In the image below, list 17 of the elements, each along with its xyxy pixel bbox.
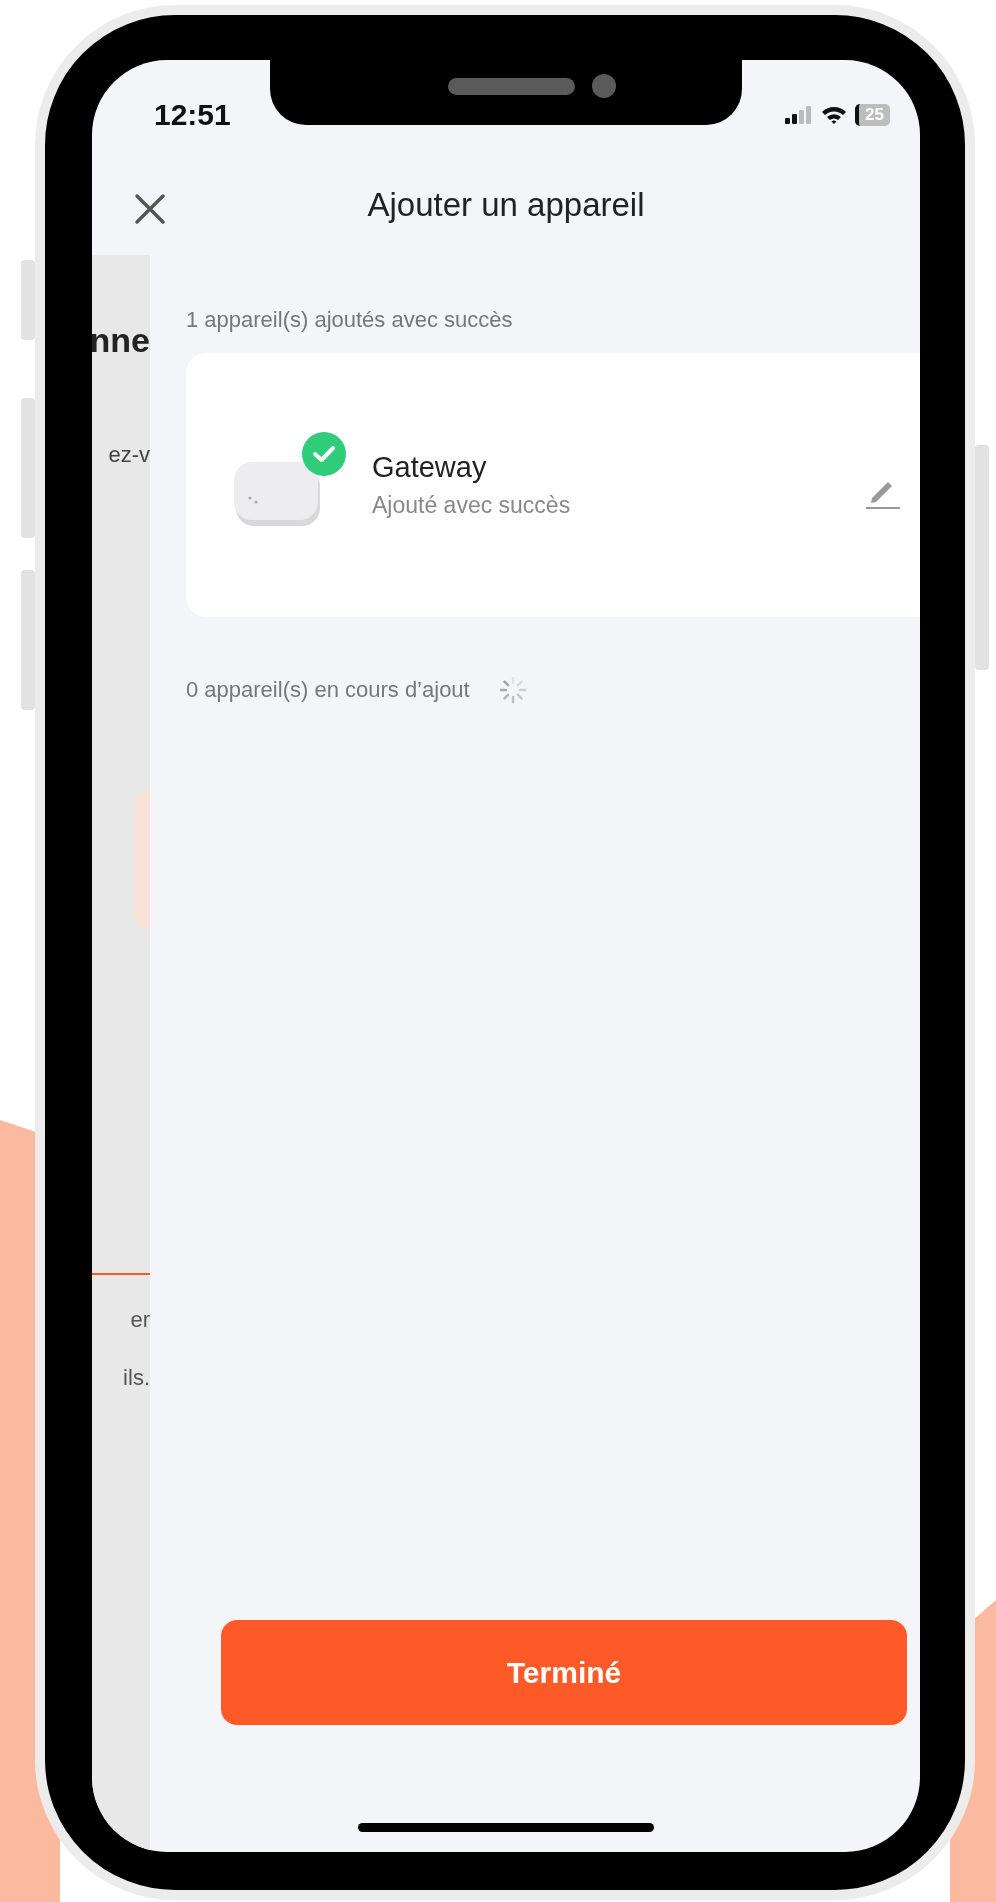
camera-icon	[592, 74, 616, 98]
battery-icon: 25	[855, 104, 890, 126]
device-card[interactable]: Gateway Ajouté avec succès	[186, 353, 920, 617]
wifi-icon	[821, 105, 848, 125]
section-label: 1 appareil(s) ajoutés avec succès	[186, 307, 514, 333]
page-text: ils.	[123, 1365, 150, 1391]
status-time: 12:51	[154, 98, 231, 132]
device-status: Ajouté avec succès	[372, 492, 572, 519]
page-heading: nne	[92, 321, 150, 360]
signal-icon	[785, 106, 814, 124]
section-label: 0 appareil(s) en cours d’ajout	[186, 677, 470, 703]
page-text: er	[130, 1307, 150, 1333]
device-name: Gateway	[372, 451, 488, 484]
page-text: ez-v	[108, 442, 150, 468]
close-icon[interactable]	[134, 193, 166, 225]
page-title: Ajouter un appareil	[367, 186, 645, 224]
speaker-icon	[448, 78, 575, 95]
